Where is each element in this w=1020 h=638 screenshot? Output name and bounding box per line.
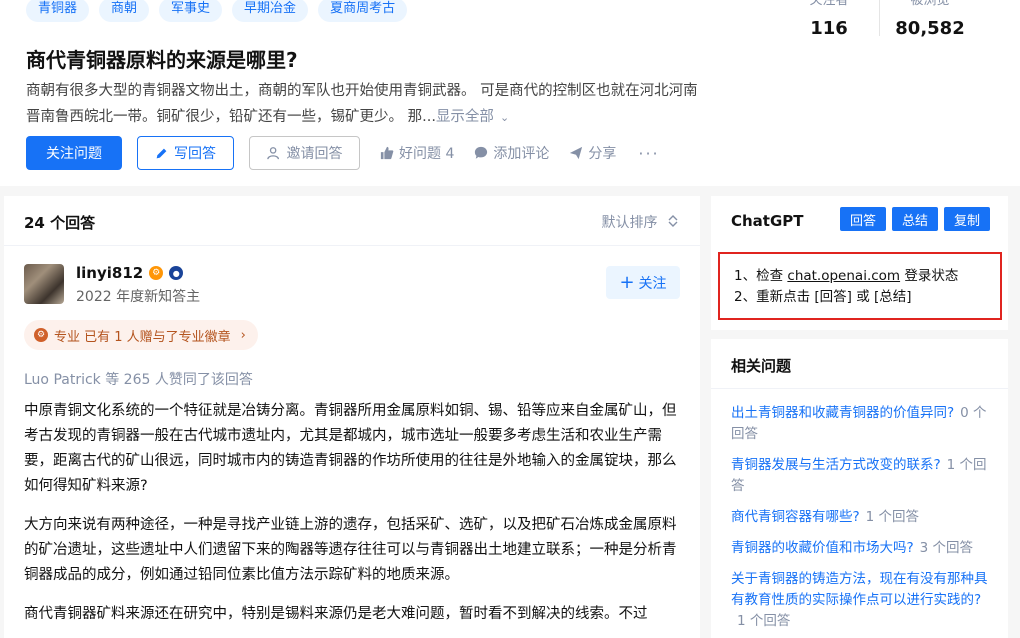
related-question-link[interactable]: 青铜器的收藏价值和市场大吗? (731, 540, 914, 556)
question-description: 商朝有很多大型的青铜器文物出土，商朝的军队也开始使用青铜武器。 可是商代的控制区… (26, 78, 706, 131)
answer-paragraph: 商代青铜器矿料来源还在研究中，特别是锡料来源仍是老大难问题，暂时看不到解决的线索… (24, 606, 648, 622)
chatgpt-line-2: 2、重新点击 [回答] 或 [总结] (734, 289, 912, 305)
add-comment-button[interactable]: 添加评论 (474, 143, 549, 163)
share-label: 分享 (588, 146, 617, 162)
list-item: 青铜器发展与生活方式改变的联系? 1 个回答 (731, 455, 988, 497)
more-options-icon[interactable]: ··· (638, 144, 659, 163)
chatgpt-line-1-suffix: 登录状态 (900, 268, 959, 284)
related-questions-list: 出土青铜器和收藏青铜器的价值异同? 0 个回答 青铜器发展与生活方式改变的联系? 1… (711, 389, 1008, 632)
person-add-icon (266, 147, 279, 160)
views-label: 被浏览 (910, 0, 950, 8)
author-name[interactable]: linyi812 (76, 264, 143, 282)
invite-answer-button[interactable]: 邀请回答 (249, 136, 360, 170)
chatgpt-line-1-prefix: 1、检查 (734, 268, 788, 284)
followers-stat: 关注者 116 (779, 0, 879, 39)
sort-dropdown[interactable]: 默认排序 (602, 212, 678, 232)
topic-tag[interactable]: 军事史 (159, 0, 223, 22)
good-question-button[interactable]: 好问题 4 (380, 143, 454, 163)
list-item: 商代青铜容器有哪些? 1 个回答 (731, 507, 988, 528)
question-description-text: 商朝有很多大型的青铜器文物出土，商朝的军队也开始使用青铜武器。 可是商代的控制区… (26, 83, 698, 125)
answers-panel: 24 个回答 默认排序 linyi812 ⚙ ● 2022 年度新知答主 + 关… (4, 196, 700, 638)
sort-arrows-icon (668, 215, 678, 227)
plus-icon: + (619, 271, 635, 293)
related-questions-title: 相关问题 (711, 339, 1008, 389)
related-question-link[interactable]: 关于青铜器的铸造方法，现在有没有那种具有教育性质的实际操作点可以进行实践的? (731, 571, 988, 608)
views-count: 80,582 (895, 18, 965, 39)
author-info: linyi812 ⚙ ● 2022 年度新知答主 (76, 264, 200, 306)
chatgpt-summary-button[interactable]: 总结 (892, 207, 938, 231)
chevron-right-icon: › (240, 327, 246, 343)
comment-icon (475, 146, 488, 159)
show-all-link[interactable]: 显示全部 (436, 109, 494, 125)
question-title: 商代青铜器原料的来源是哪里? (26, 48, 298, 72)
list-item: 出土青铜器和收藏青铜器的价值异同? 0 个回答 (731, 403, 988, 445)
chatgpt-copy-button[interactable]: 复制 (944, 207, 990, 231)
author-subtitle: 2022 年度新知答主 (76, 289, 201, 305)
chatgpt-line-1: 1、检查 chat.openai.com 登录状态 (734, 266, 1000, 287)
views-stat: 被浏览 80,582 (880, 0, 980, 39)
add-comment-label: 添加评论 (493, 146, 550, 162)
question-actions: 关注问题 写回答 邀请回答 好问题 4 添加评论 分享 ··· (26, 136, 660, 170)
related-questions-panel: 相关问题 出土青铜器和收藏青铜器的价值异同? 0 个回答 青铜器发展与生活方式改变… (711, 339, 1008, 638)
follow-author-button[interactable]: + 关注 (606, 266, 680, 299)
topic-tag[interactable]: 商朝 (99, 0, 150, 22)
chatgpt-panel: ChatGPT 回答 总结 复制 1、检查 chat.openai.com 登录… (711, 196, 1008, 330)
list-item: 青铜器的收藏价值和市场大吗? 3 个回答 (731, 538, 988, 559)
follow-question-button[interactable]: 关注问题 (26, 136, 122, 170)
pencil-icon (156, 148, 167, 158)
thumbs-up-icon (380, 146, 394, 160)
vote-summary[interactable]: Luo Patrick 等 265 人赞同了该回答 (24, 369, 253, 389)
related-question-link[interactable]: 出土青铜器和收藏青铜器的价值异同? (731, 405, 954, 421)
related-question-link[interactable]: 商代青铜容器有哪些? (731, 509, 860, 525)
answer-paragraph: 大方向来说有两种途径，一种是寻找产业链上游的遗存，包括采矿、选矿，以及把矿石冶炼… (24, 517, 677, 583)
question-stats: 关注者 116 被浏览 80,582 (779, 0, 980, 39)
chevron-down-icon[interactable]: ⌄ (500, 111, 509, 124)
write-answer-button[interactable]: 写回答 (137, 136, 234, 170)
professional-badge-label: 专业 已有 1 人赠与了专业徽章 (54, 329, 231, 345)
topic-tag[interactable]: 早期冶金 (232, 0, 309, 22)
avatar[interactable] (24, 264, 64, 304)
chatgpt-login-link[interactable]: chat.openai.com (787, 268, 900, 284)
related-answer-count: 1 个回答 (865, 509, 920, 525)
answer-count: 24 个回答 (24, 214, 96, 232)
answer-paragraph: 中原青铜文化系统的一个特征就是冶铸分离。青铜器所用金属原料如铜、锡、铅等应来自金… (24, 403, 677, 494)
topic-tag[interactable]: 夏商周考古 (318, 0, 408, 22)
chatgpt-answer-button[interactable]: 回答 (840, 207, 886, 231)
professional-badge-chip[interactable]: ⚙ 专业 已有 1 人赠与了专业徽章 › (24, 320, 258, 350)
write-answer-label: 写回答 (174, 146, 216, 162)
answer-author: linyi812 ⚙ ● 2022 年度新知答主 (24, 264, 200, 306)
invite-answer-label: 邀请回答 (286, 146, 343, 162)
answers-header: 24 个回答 默认排序 (4, 196, 700, 246)
professional-badge-icon: ⚙ (34, 328, 48, 342)
author-name-row: linyi812 ⚙ ● (76, 264, 200, 282)
gear-badge-icon: ⚙ (149, 266, 164, 280)
followers-count: 116 (810, 18, 848, 39)
chatgpt-message-box: 1、检查 chat.openai.com 登录状态 2、重新点击 [回答] 或 … (718, 252, 1002, 320)
share-button[interactable]: 分享 (569, 143, 616, 163)
related-answer-count: 1 个回答 (737, 613, 791, 629)
answer-content: 中原青铜文化系统的一个特征就是冶铸分离。青铜器所用金属原料如铜、锡、铅等应来自金… (24, 399, 684, 638)
topic-tag[interactable]: 青铜器 (26, 0, 90, 22)
follow-author-label: 关注 (638, 275, 667, 292)
list-item: 关于青铜器的铸造方法，现在有没有那种具有教育性质的实际操作点可以进行实践的? 1 … (731, 569, 988, 632)
verified-badge-icon: ● (169, 266, 184, 280)
sort-label: 默认排序 (601, 215, 658, 231)
chatgpt-buttons: 回答 总结 复制 (840, 207, 990, 231)
question-header: 青铜器 商朝 军事史 早期冶金 夏商周考古 关注者 116 被浏览 80,582… (0, 0, 1020, 186)
followers-label: 关注者 (809, 0, 849, 8)
related-answer-count: 3 个回答 (919, 540, 974, 556)
share-icon (570, 146, 583, 160)
chatgpt-title: ChatGPT (731, 212, 804, 230)
good-question-label: 好问题 4 (399, 146, 455, 162)
related-question-link[interactable]: 青铜器发展与生活方式改变的联系? (731, 457, 941, 473)
topic-tags: 青铜器 商朝 军事史 早期冶金 夏商周考古 (26, 0, 408, 22)
